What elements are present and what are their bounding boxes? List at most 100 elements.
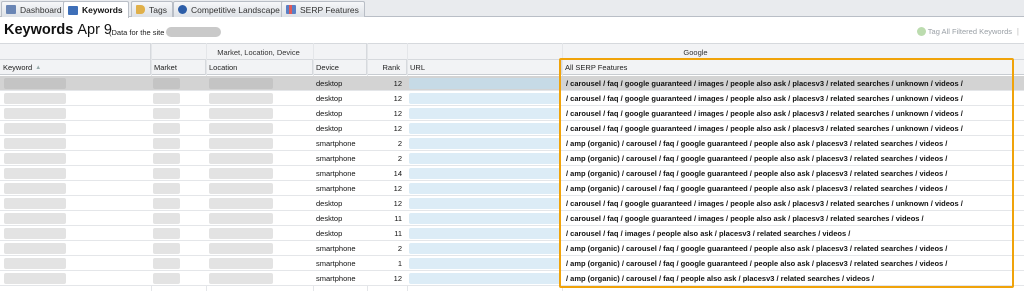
column-header-url[interactable]: URL [407,60,562,75]
tab-serp-features[interactable]: SERP Features [281,1,365,17]
redacted-keyword [4,138,66,149]
competitor-icon [178,5,187,14]
column-label: Market [154,63,177,72]
rank-cell: 2 [397,139,402,148]
toolbar-divider: | [1016,27,1019,36]
redacted-url [409,243,560,254]
tag-icon [136,5,145,14]
table-row[interactable]: desktop 12 / carousel / faq / google guara… [0,76,1024,91]
redacted-location [209,123,273,134]
site-note: (Data for the site [109,27,222,37]
tab-keywords[interactable]: Keywords [63,1,129,18]
table-row[interactable]: desktop 11 / carousel / faq / google guara… [0,211,1024,226]
tag-icon [916,27,926,36]
device-cell: desktop [316,109,343,118]
serp-features-cell: / amp (organic) / carousel / faq / googl… [566,259,948,268]
redacted-keyword [4,183,66,194]
table-row[interactable]: desktop 12 / carousel / faq / google guara… [0,106,1024,121]
redacted-location [209,228,273,239]
column-header-keyword[interactable]: Keyword ▲ [0,60,151,75]
table-row[interactable]: desktop 11 / carousel / faq / images / peo… [0,226,1024,241]
redacted-location [209,183,273,194]
redacted-market [153,228,180,239]
serp-features-cell: / amp (organic) / carousel / faq / googl… [566,184,948,193]
redacted-keyword [4,228,66,239]
table-row[interactable]: desktop 12 / carousel / faq / google guara… [0,91,1024,106]
redacted-market [153,213,180,224]
table-row[interactable]: smartphone 2 / amp (organic) / carousel / … [0,241,1024,256]
page-title: Keywords Apr 9 [4,22,112,38]
rank-cell: 12 [393,94,402,103]
group-header-row: Market, Location, Device Google [0,43,1024,60]
table-row[interactable]: smartphone 2 / amp (organic) / carousel / … [0,136,1024,151]
group-google: Google [367,44,1024,60]
redacted-keyword [4,93,66,104]
rank-cell: 11 [394,214,402,223]
redacted-market [153,258,180,269]
redacted-market [153,153,180,164]
table-row[interactable]: desktop 12 / carousel / faq / google guara… [0,121,1024,136]
device-cell: desktop [316,214,343,223]
redacted-url [409,108,560,119]
redacted-market [153,273,180,284]
rank-cell: 12 [393,199,402,208]
redacted-url [409,213,560,224]
dashboard-icon [6,5,16,14]
tag-all-filtered-button[interactable]: Tag All Filtered Keywords [916,27,1012,36]
serp-chart-icon [286,5,296,14]
tab-label: Tags [149,4,167,15]
group-market-location-device: Market, Location, Device [151,44,367,60]
serp-features-cell: / amp (organic) / carousel / faq / peopl… [566,274,875,283]
tab-label: SERP Features [300,4,359,15]
redacted-location [209,168,273,179]
redacted-market [153,198,180,209]
table-row[interactable]: smartphone 12 / amp (organic) / carousel /… [0,271,1024,286]
redacted-url [409,78,560,89]
redacted-location [209,93,273,104]
tab-label: Dashboard [20,4,62,15]
column-header-rank[interactable]: Rank [367,60,407,75]
serp-features-cell: / carousel / faq / images / people also … [566,229,851,238]
redacted-url [409,153,560,164]
group-label: Google [683,47,708,57]
rank-cell: 12 [393,184,402,193]
site-note-text: (Data for the site [109,27,165,37]
redacted-location [209,138,273,149]
table-row[interactable]: smartphone 1 / amp (organic) / carousel / … [0,256,1024,271]
tab-dashboard[interactable]: Dashboard [1,1,68,17]
column-label: URL [410,63,426,72]
redacted-url [409,168,560,179]
rank-cell: 2 [397,154,402,163]
redacted-url [409,183,560,194]
device-cell: smartphone [316,259,356,268]
redacted-site [166,27,222,37]
table-row[interactable]: smartphone 2 / amp (organic) / carousel / … [0,151,1024,166]
device-cell: smartphone [316,244,356,253]
device-cell: desktop [316,79,343,88]
device-cell: smartphone [316,139,356,148]
tab-competitive-landscape[interactable]: Competitive Landscape [173,1,286,17]
serp-features-cell: / amp (organic) / carousel / faq / googl… [566,154,948,163]
redacted-keyword [4,198,66,209]
table-row[interactable]: desktop 12 / carousel / faq / google guara… [0,196,1024,211]
column-header-market[interactable]: Market [151,60,206,75]
redacted-market [153,243,180,254]
table-row[interactable]: smartphone 12 / amp (organic) / carousel /… [0,181,1024,196]
tab-tags[interactable]: Tags [131,1,173,17]
keywords-icon [68,5,78,15]
column-header-serp-features[interactable]: All SERP Features [562,60,1024,75]
serp-features-cell: / amp (organic) / carousel / faq / googl… [566,244,948,253]
column-header-location[interactable]: Location [206,60,313,75]
redacted-location [209,108,273,119]
serp-features-cell: / amp (organic) / carousel / faq / googl… [566,139,948,148]
serp-features-cell: / carousel / faq / google guaranteed / i… [566,79,963,88]
serp-features-cell: / carousel / faq / google guaranteed / i… [566,199,963,208]
column-label: Device [316,63,339,72]
redacted-url [409,123,560,134]
column-label: Keyword [3,63,33,72]
column-header-device[interactable]: Device [313,60,367,75]
redacted-url [409,228,560,239]
table-row[interactable]: smartphone 14 / amp (organic) / carousel /… [0,166,1024,181]
sort-ascending-icon[interactable]: ▲ [35,65,41,71]
redacted-location [209,258,273,269]
